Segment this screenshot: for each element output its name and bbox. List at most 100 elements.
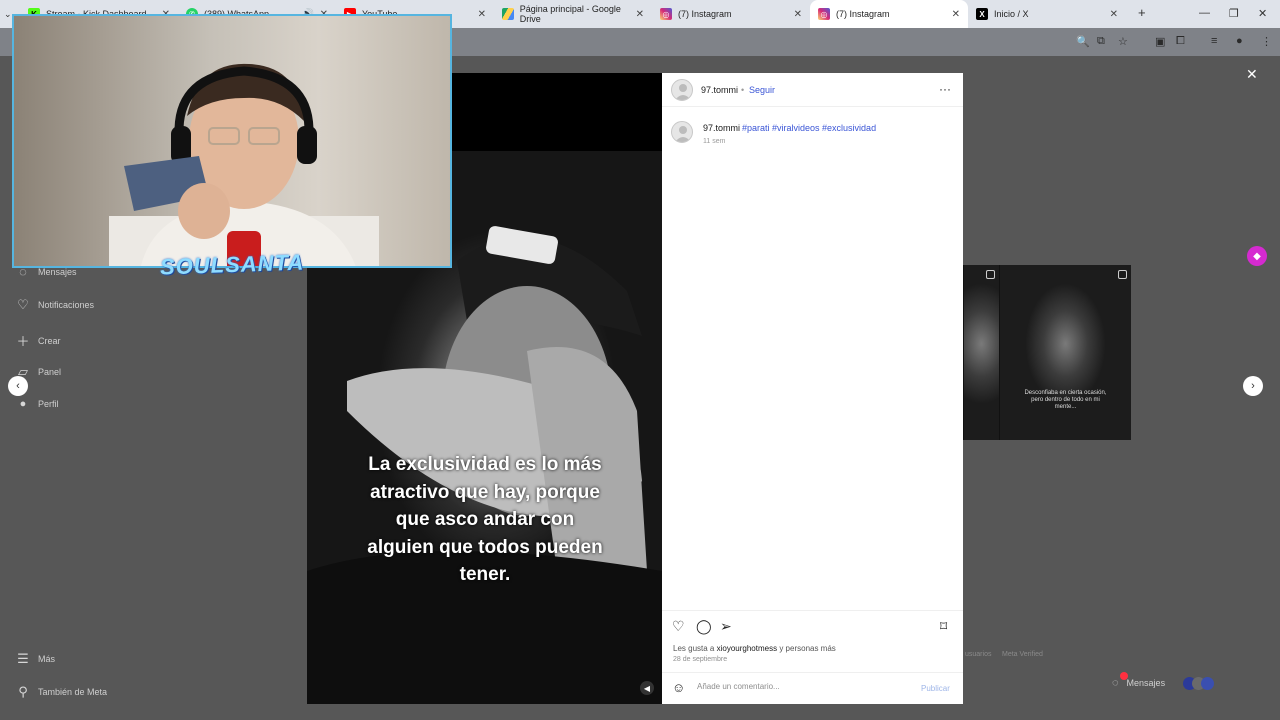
new-tab-button[interactable]: + [1138,5,1146,20]
sidebar-item-label: Perfil [38,399,59,409]
actions-divider [662,610,963,611]
window-close-button[interactable]: ✕ [1258,7,1267,20]
tab-label: Página principal - Google Drive [519,4,621,24]
messages-pill[interactable]: ◌ Mensajes [1104,672,1224,694]
default-avatar-icon [675,126,691,142]
like-heart-icon[interactable]: ♡ [672,618,685,635]
reel-thumbnail[interactable] [963,265,999,440]
save-bookmark-icon[interactable]: ⌑ [940,618,947,635]
author-username[interactable]: 97.tommi [701,85,738,95]
instagram-icon: ◎ [660,8,672,20]
logo-text: SOULSANTA [159,249,305,280]
previous-post-button[interactable]: ‹ [8,376,28,396]
tab-instagram-2[interactable]: ◎ (7) Instagram ✕ [810,0,968,28]
avatar [1201,676,1215,690]
thumbnail-caption: Desconfiaba en cierta ocasión, pero dent… [1024,390,1107,410]
header-divider [662,106,963,107]
sidebar-item-tambien-de-meta[interactable]: ⚲ También de Meta [14,684,107,700]
sidebar-item-label: Más [38,654,56,664]
chevron-right-icon: › [1251,380,1255,392]
caption-author[interactable]: 97.tommi [703,123,740,133]
tab-x[interactable]: X Inicio / X ✕ [968,0,1126,28]
x-icon: X [976,8,988,20]
kebab-menu-icon[interactable]: ⋮ [1261,35,1272,48]
webcam-overlay [12,14,452,268]
likes-user[interactable]: xioyourghotmess [717,644,777,653]
mute-button[interactable]: ◀ [640,681,654,695]
post-date: 28 de septiembre [673,656,728,663]
diamond-icon: ◆ [1253,250,1261,262]
default-avatar-icon [675,84,691,100]
sidebar-item-label: También de Meta [38,687,108,697]
comment-icon[interactable]: ◯ [696,618,712,635]
sidebar-item-label: Notificaciones [38,300,95,310]
sidebar-item-perfil[interactable]: ● Perfil [14,398,59,410]
next-post-button[interactable]: › [1243,376,1263,396]
comment-input[interactable] [697,682,917,691]
media-control-icon[interactable]: ≡ [1211,35,1217,47]
share-icon[interactable]: ➢ [720,618,732,635]
publish-button[interactable]: Publicar [921,684,950,693]
reel-thumbnails: Desconfiaba en cierta ocasión, pero dent… [963,265,1131,440]
comment-divider [662,672,963,673]
speaker-muted-icon: ◀ [643,683,651,693]
separator-dot: • [741,85,745,95]
sidebar-item-label: Panel [38,367,62,377]
reel-icon [1118,270,1127,279]
heart-icon: ♡ [17,297,29,312]
sidebar-item-notificaciones[interactable]: ♡ Notificaciones [14,297,94,313]
modal-close-icon[interactable]: ✕ [1246,66,1258,83]
bookmark-star-icon[interactable]: ☆ [1118,35,1128,48]
streamer-illustration [109,63,379,266]
sidebar-item-label: Crear [38,335,61,346]
messenger-icon: ◌ [1112,677,1119,689]
tab-label: (7) Instagram [678,9,732,19]
meta-icon: ⚲ [18,684,28,699]
google-drive-icon [502,8,514,20]
chevron-left-icon: ‹ [16,380,20,392]
close-icon[interactable]: ✕ [478,9,486,20]
reel-thumbnail[interactable]: Desconfiaba en cierta ocasión, pero dent… [999,265,1131,440]
likes-prefix: Les gusta a [673,644,715,653]
footer-link[interactable]: Meta Verified [1002,651,1043,658]
likes-suffix[interactable]: y personas más [779,644,835,653]
close-icon[interactable]: ✕ [952,9,960,20]
author-avatar[interactable] [671,79,693,101]
menu-icon: ☰ [17,651,29,666]
more-options-icon[interactable]: ··· [939,82,951,96]
notification-badge [1120,672,1128,680]
reel-icon [986,270,995,279]
likes-summary: Les gusta a xioyourghotmess y personas m… [673,644,836,653]
close-icon[interactable]: ✕ [1110,9,1118,20]
profile-icon[interactable]: ● [1236,35,1243,47]
caption-author-avatar[interactable] [671,121,693,143]
install-app-icon[interactable]: ⧉ [1097,35,1105,48]
tab-label: Inicio / X [994,9,1029,19]
close-icon[interactable]: ✕ [794,9,802,20]
sidebar-item-crear[interactable]: ＋ Crear [14,331,61,350]
post-details-panel: 97.tommi • Seguir ··· 97.tommi #parati #… [662,73,963,704]
sidebar-item-mas[interactable]: ☰ Más [14,651,55,667]
footer-link[interactable]: usuarios [965,651,991,658]
follow-button[interactable]: Seguir [749,85,775,95]
restore-button[interactable]: ❐ [1229,7,1239,20]
stream-overlay-logo: SOULSANTA [160,249,305,280]
profile-avatar-icon: ● [19,398,27,410]
caption-hashtags[interactable]: #parati #viralvideos #exclusividad [742,123,876,133]
tab-label: (7) Instagram [836,9,890,19]
emoji-icon[interactable]: ☺ [672,680,685,695]
tab-instagram-1[interactable]: ◎ (7) Instagram ✕ [652,0,810,28]
extension-icon[interactable]: ▣ [1155,35,1165,48]
sidebar-item-label: Mensajes [38,266,77,277]
close-icon[interactable]: ✕ [636,9,644,20]
minimize-button[interactable]: — [1199,7,1210,19]
tab-google-drive[interactable]: Página principal - Google Drive ✕ [494,0,652,28]
plus-icon: ＋ [16,334,30,349]
caption-time: 11 sem [703,138,726,145]
instagram-icon: ◎ [818,8,830,20]
avatar-stack [1183,676,1215,690]
video-caption: La exclusividad es lo más atractivo que … [367,454,603,585]
puzzle-icon[interactable]: ⧠ [1176,35,1185,48]
extension-floating-button[interactable]: ◆ [1247,246,1267,266]
zoom-icon[interactable]: 🔍 [1076,35,1090,48]
